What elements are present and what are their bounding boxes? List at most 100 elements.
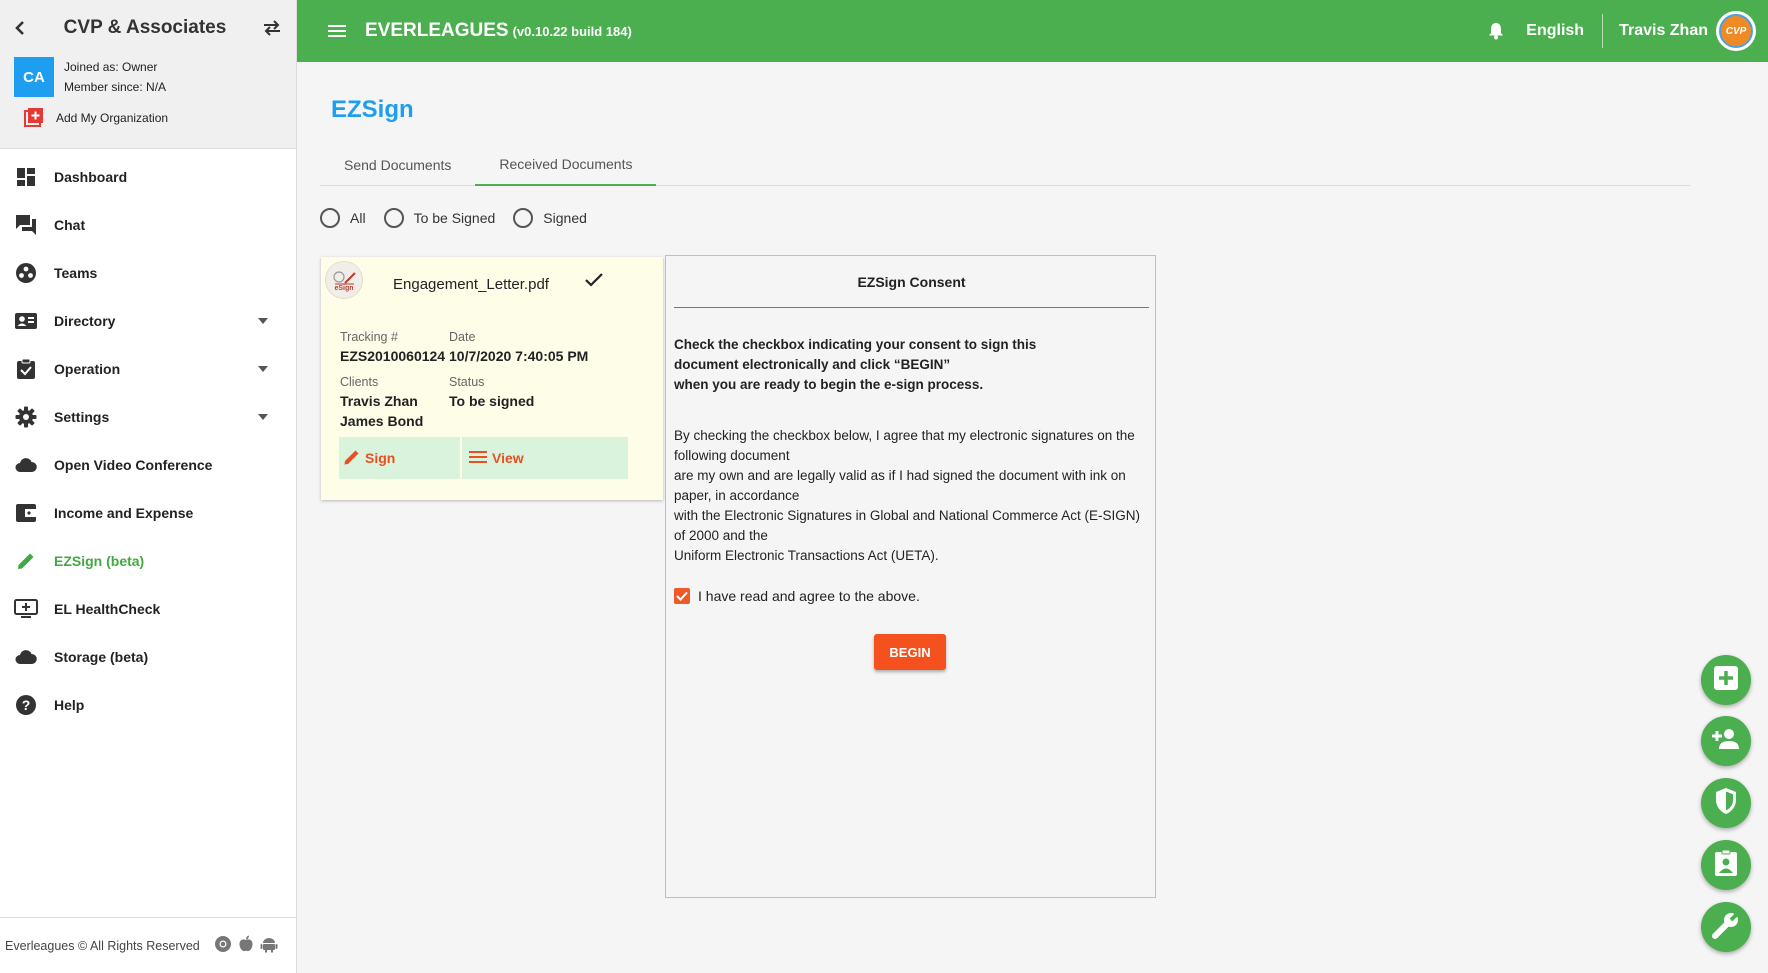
sidebar-item-label: Income and Expense <box>54 505 194 521</box>
apple-icon[interactable] <box>238 935 254 956</box>
sign-button[interactable]: Sign <box>339 437 460 479</box>
consent-body-line: Uniform Electronic Transactions Act (UET… <box>674 548 939 563</box>
fab-tools-button[interactable] <box>1701 902 1751 952</box>
sidebar-item-label: Open Video Conference <box>54 457 213 473</box>
android-icon[interactable] <box>260 935 278 956</box>
language-selector[interactable]: English <box>1526 14 1604 48</box>
document-tabs: Send Documents Received Documents <box>320 144 1690 186</box>
app-version: (v0.10.22 build 184) <box>512 23 632 39</box>
client-name: James Bond <box>340 413 424 429</box>
filter-label: Signed <box>543 210 587 226</box>
cloud-storage-icon <box>14 645 38 669</box>
radio-circle[interactable] <box>383 208 404 228</box>
list-icon <box>468 450 488 467</box>
filter-signed-radio[interactable]: Signed <box>513 208 587 228</box>
sidebar-item-income-expense[interactable]: Income and Expense <box>0 489 296 537</box>
agree-checkbox-row[interactable]: I have read and agree to the above. <box>674 588 920 604</box>
status-filter-group: All To be Signed Signed <box>320 208 605 228</box>
radio-circle[interactable] <box>513 208 534 228</box>
sidebar-item-label: EL HealthCheck <box>54 601 161 617</box>
sidebar-item-label: Teams <box>54 265 98 281</box>
notification-bell-icon[interactable] <box>1488 22 1504 40</box>
fab-contact-button[interactable] <box>1701 840 1751 890</box>
add-organization-label: Add My Organization <box>56 111 169 125</box>
org-name: CVP & Associates <box>63 17 227 38</box>
consent-body: By checking the checkbox below, I agree … <box>674 426 1144 566</box>
app-title: EVERLEAGUES <box>365 20 509 41</box>
esign-logo: eSign <box>325 261 363 299</box>
monitor-plus-icon <box>14 597 38 621</box>
view-label: View <box>492 450 524 466</box>
sidebar-item-teams[interactable]: Teams <box>0 249 296 297</box>
avatar[interactable]: CVP <box>1716 11 1756 51</box>
sidebar-item-label: Dashboard <box>54 169 128 185</box>
document-card[interactable]: eSign Engagement_Letter.pdf Tracking # E… <box>321 257 663 500</box>
contact-badge-icon <box>1714 849 1738 882</box>
document-file-name: Engagement_Letter.pdf <box>393 276 549 293</box>
sidebar-item-chat[interactable]: Chat <box>0 201 296 249</box>
sidebar-item-storage[interactable]: Storage (beta) <box>0 633 296 681</box>
sidebar-item-settings[interactable]: Settings <box>0 393 296 441</box>
chevron-down-icon <box>258 366 268 372</box>
status-value: To be signed <box>449 393 535 409</box>
filter-to-be-signed-radio[interactable]: To be Signed <box>383 208 496 228</box>
joined-as-text: Joined as: Owner <box>64 60 158 74</box>
add-organization-button[interactable]: Add My Organization <box>0 98 296 138</box>
view-button[interactable]: View <box>462 437 628 479</box>
ezsign-consent-panel: EZSign Consent Check the checkbox indica… <box>665 255 1156 898</box>
begin-button[interactable]: BEGIN <box>874 634 946 670</box>
clients-label: Clients <box>340 375 379 389</box>
gear-icon <box>14 405 38 429</box>
consent-instruction-line: Check the checkbox indicating your conse… <box>674 337 1037 372</box>
consent-title: EZSign Consent <box>674 256 1149 308</box>
sidebar-item-label: EZSign (beta) <box>54 553 145 569</box>
hamburger-menu-icon[interactable] <box>327 23 347 39</box>
chevron-down-icon <box>258 414 268 420</box>
org-avatar: CA <box>14 57 54 97</box>
sidebar-item-dashboard[interactable]: Dashboard <box>0 153 296 201</box>
top-app-bar: EVERLEAGUES (v0.10.22 build 184) English… <box>297 0 1768 62</box>
dashboard-icon <box>14 165 38 189</box>
sidebar: CVP & Associates CA Joined as: Owner Mem… <box>0 0 297 973</box>
document-actions: Sign View <box>339 437 628 479</box>
add-icon <box>1713 665 1739 696</box>
agree-checkbox[interactable] <box>674 588 690 604</box>
sidebar-item-video-conference[interactable]: Open Video Conference <box>0 441 296 489</box>
wrench-icon <box>1712 911 1740 944</box>
page-title: EZSign <box>331 96 414 123</box>
consent-instruction-line: when you are ready to begin the e-sign p… <box>674 377 984 392</box>
clipboard-check-icon <box>14 357 38 381</box>
chrome-icon[interactable] <box>214 935 232 956</box>
sidebar-item-help[interactable]: ? Help <box>0 681 296 729</box>
wallet-icon <box>14 501 38 525</box>
filter-label: To be Signed <box>413 210 496 226</box>
consent-body-line: By checking the checkbox below, I agree … <box>674 428 1135 463</box>
sidebar-item-directory[interactable]: Directory <box>0 297 296 345</box>
sidebar-item-operation[interactable]: Operation <box>0 345 296 393</box>
fab-security-button[interactable] <box>1701 778 1751 828</box>
sidebar-item-label: Directory <box>54 313 116 329</box>
teams-icon <box>14 261 38 285</box>
sign-label: Sign <box>365 450 396 466</box>
switch-org-icon[interactable] <box>262 20 282 36</box>
tab-send-documents[interactable]: Send Documents <box>320 144 475 186</box>
tab-received-documents[interactable]: Received Documents <box>475 144 657 186</box>
cloud-icon <box>14 453 38 477</box>
user-name[interactable]: Travis Zhan <box>1619 22 1708 40</box>
svg-text:?: ? <box>22 697 31 713</box>
checkmark-icon <box>584 272 604 293</box>
avatar-text: CVP <box>1719 14 1753 48</box>
tracking-value: EZS2010060124 <box>340 348 446 364</box>
shield-icon <box>1714 787 1738 820</box>
chat-icon <box>14 213 38 237</box>
tracking-label: Tracking # <box>340 330 398 344</box>
back-arrow-icon[interactable] <box>12 20 28 36</box>
sidebar-item-healthcheck[interactable]: EL HealthCheck <box>0 585 296 633</box>
fab-add-person-button[interactable] <box>1701 716 1751 766</box>
sidebar-item-label: Help <box>54 697 85 713</box>
sidebar-item-label: Storage (beta) <box>54 649 149 665</box>
fab-add-button[interactable] <box>1701 655 1751 705</box>
filter-all-radio[interactable]: All <box>320 208 366 228</box>
sidebar-item-ezsign[interactable]: EZSign (beta) <box>0 537 296 585</box>
radio-circle[interactable] <box>320 208 340 228</box>
